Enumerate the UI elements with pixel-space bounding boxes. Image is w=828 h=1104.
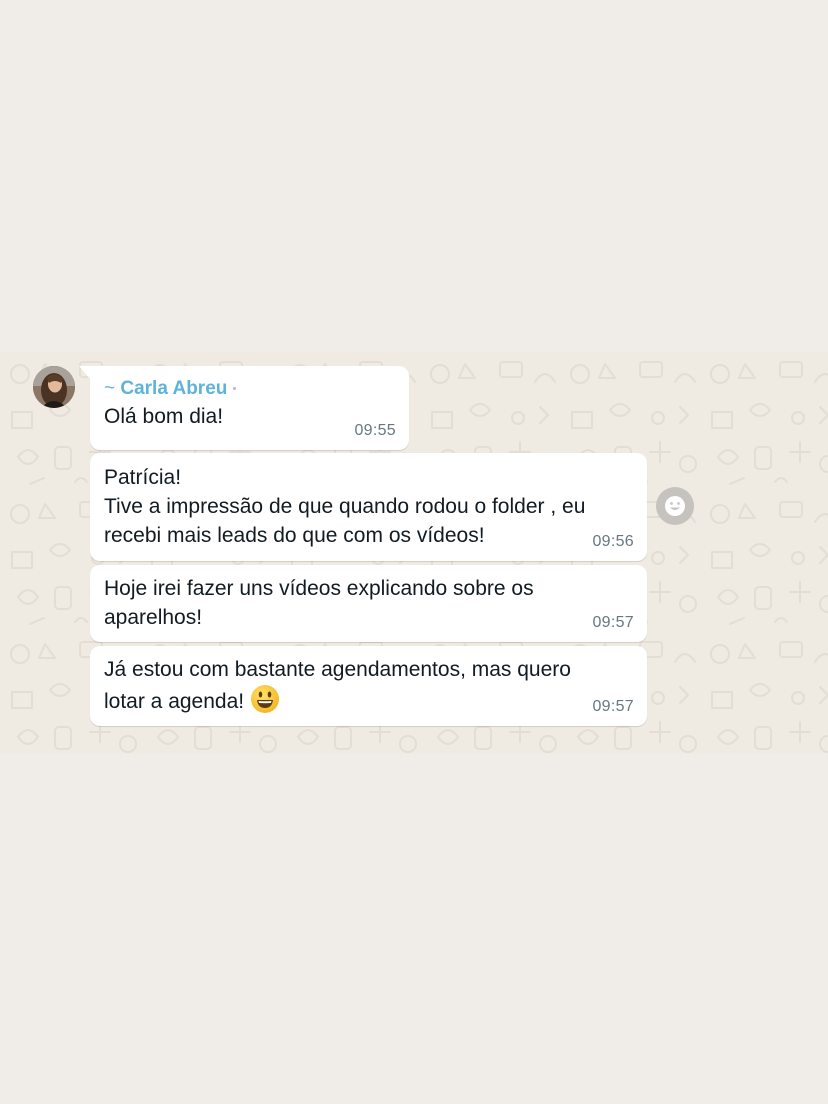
avatar[interactable] — [33, 366, 75, 408]
sender-dot — [233, 387, 237, 391]
smiley-reaction-icon — [665, 496, 685, 516]
message-time: 09:57 — [592, 614, 634, 631]
message-text-content: Já estou com bastante agendamentos, mas … — [104, 658, 571, 713]
sender-label: Carla Abreu — [120, 378, 228, 399]
message-bubble[interactable]: Hoje irei fazer uns vídeos explicando so… — [90, 565, 647, 642]
bubble-tail — [79, 366, 91, 380]
message-bubble[interactable]: Já estou com bastante agendamentos, mas … — [90, 646, 647, 726]
message-bubble[interactable]: Patrícia! Tive a impressão de que quando… — [90, 453, 647, 561]
message-text: Já estou com bastante agendamentos, mas … — [104, 655, 633, 722]
message-time: 09:56 — [592, 533, 634, 550]
message-bubble[interactable]: ~ Carla Abreu Olá bom dia! 09:55 — [79, 366, 409, 450]
message-text: Olá bom dia! — [104, 405, 224, 428]
smiley-face-emoji-icon — [250, 684, 280, 722]
page: ~ Carla Abreu Olá bom dia! 09:55 Patríci… — [0, 0, 828, 1104]
message-text: Patrícia! Tive a impressão de que quando… — [104, 466, 586, 547]
message-time: 09:57 — [592, 698, 634, 715]
reaction-button[interactable] — [656, 487, 694, 525]
message-text: Hoje irei fazer uns vídeos explicando so… — [104, 577, 534, 629]
sender-name[interactable]: ~ Carla Abreu — [104, 376, 395, 402]
sender-prefix: ~ — [104, 378, 121, 399]
message-time: 09:55 — [354, 422, 396, 439]
